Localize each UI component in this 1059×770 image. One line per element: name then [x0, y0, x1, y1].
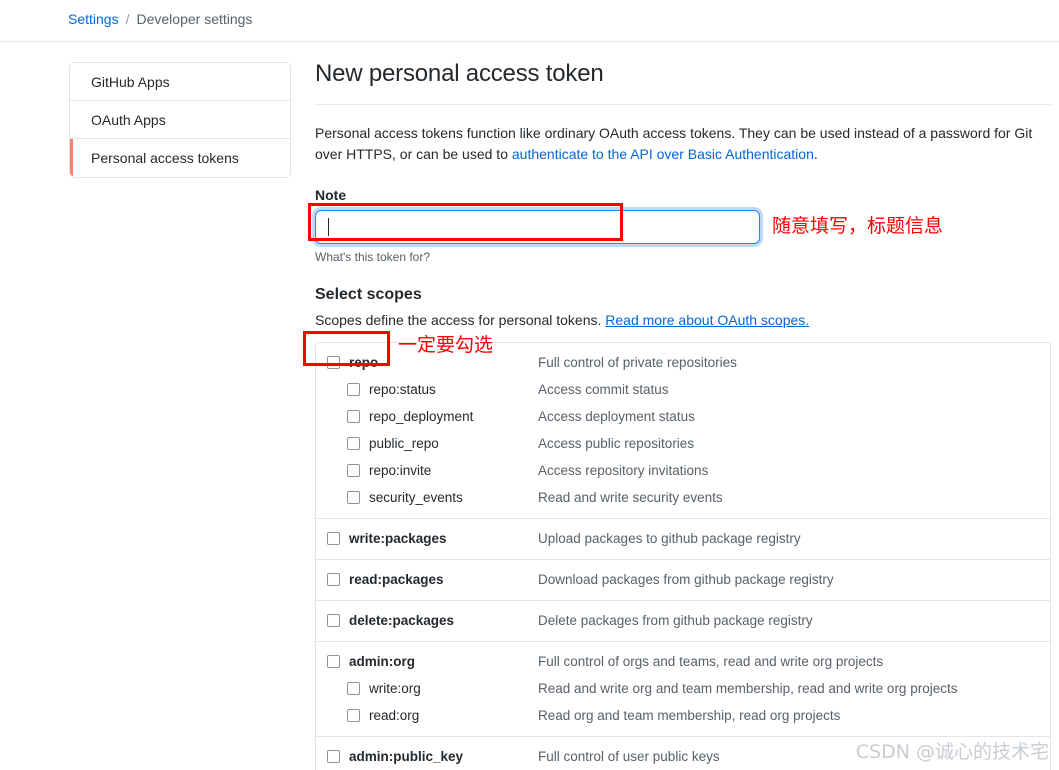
checkbox-read:packages[interactable] [327, 573, 340, 586]
scope-row[interactable]: repo:invite Access repository invitations [316, 457, 1050, 484]
header-divider [0, 41, 1059, 42]
page-root: Settings / Developer settings GitHub App… [0, 0, 1059, 770]
sidebar-item-label: GitHub Apps [91, 73, 170, 90]
scope-row[interactable]: public_repo Access public repositories [316, 430, 1050, 457]
developer-settings-sidebar: GitHub Apps OAuth Apps Personal access t… [69, 62, 291, 178]
scope-description: Read and write security events [538, 490, 723, 505]
note-field-label: Note [315, 187, 347, 203]
basic-auth-doc-link[interactable]: authenticate to the API over Basic Authe… [512, 146, 814, 162]
scope-description: Full control of private repositories [538, 355, 737, 370]
main-content: New personal access token Personal acces… [315, 58, 1051, 770]
checkbox-write:org[interactable] [347, 682, 360, 695]
scope-description: Read and write org and team membership, … [538, 681, 958, 696]
csdn-watermark: CSDN @诚心的技术宅 [855, 741, 1049, 763]
scopes-desc-text: Scopes define the access for personal to… [315, 312, 606, 328]
intro-text-after: . [813, 146, 818, 162]
scopes-panel: repo Full control of private repositories… [315, 342, 1051, 770]
page-title: New personal access token [315, 60, 604, 87]
checkbox-delete:packages[interactable] [327, 614, 340, 627]
breadcrumb-current: Developer settings [136, 11, 253, 27]
breadcrumb-separator: / [125, 11, 130, 27]
scope-description: Full control of user public keys [538, 749, 720, 764]
scope-name: public_repo [369, 436, 439, 451]
scope-group: repo Full control of private repositories… [316, 343, 1050, 519]
scope-name: security_events [369, 490, 463, 505]
scope-description: Download packages from github package re… [538, 572, 834, 587]
note-input-wrapper [315, 210, 760, 244]
scope-name: repo [349, 355, 379, 370]
checkbox-admin:public_key[interactable] [327, 750, 340, 763]
checkbox-read:org[interactable] [347, 709, 360, 722]
scope-description: Full control of orgs and teams, read and… [538, 654, 884, 669]
select-scopes-heading: Select scopes [315, 286, 422, 303]
scope-description: Delete packages from github package regi… [538, 613, 813, 628]
scope-row[interactable]: admin:org Full control of orgs and teams,… [316, 648, 1050, 675]
scope-group: admin:org Full control of orgs and teams,… [316, 642, 1050, 737]
scope-row[interactable]: write:packages Upload packages to github … [316, 525, 1050, 552]
note-helper-text: What's this token for? [315, 250, 431, 264]
scope-name: admin:public_key [349, 749, 464, 764]
text-cursor-icon [328, 218, 329, 236]
scope-name: repo:invite [369, 463, 432, 478]
scope-row[interactable]: repo Full control of private repositories [316, 349, 1050, 376]
scope-description: Access repository invitations [538, 463, 709, 478]
scope-name: read:org [369, 708, 420, 723]
scope-name: write:org [369, 681, 421, 696]
sidebar-item-github-apps[interactable]: GitHub Apps [70, 63, 290, 101]
scope-description: Upload packages to github package regist… [538, 531, 801, 546]
scope-name: delete:packages [349, 613, 455, 628]
scope-description: Access deployment status [538, 409, 695, 424]
scope-name: admin:org [349, 654, 415, 669]
breadcrumb-settings-link[interactable]: Settings [68, 11, 119, 27]
sidebar-item-label: OAuth Apps [91, 111, 166, 128]
checkbox-repo:status[interactable] [347, 383, 360, 396]
oauth-scopes-doc-link[interactable]: Read more about OAuth scopes. [605, 312, 809, 328]
scope-row[interactable]: repo_deployment Access deployment status [316, 403, 1050, 430]
checkbox-write:packages[interactable] [327, 532, 340, 545]
scope-name: repo:status [369, 382, 436, 397]
sidebar-item-label: Personal access tokens [91, 150, 239, 166]
scope-row[interactable]: read:packages Download packages from gith… [316, 566, 1050, 593]
scope-row[interactable]: security_events Read and write security e… [316, 484, 1050, 511]
checkbox-security_events[interactable] [347, 491, 360, 504]
scope-group: write:packages Upload packages to github … [316, 519, 1050, 560]
scope-description: Access public repositories [538, 436, 695, 451]
scope-row[interactable]: read:org Read org and team membership, re… [316, 702, 1050, 729]
scope-row[interactable]: repo:status Access commit status [316, 376, 1050, 403]
scope-group: read:packages Download packages from gith… [316, 560, 1050, 601]
checkbox-repo[interactable] [327, 356, 340, 369]
sidebar-item-oauth-apps[interactable]: OAuth Apps [70, 101, 290, 139]
checkbox-admin:org[interactable] [327, 655, 340, 668]
scope-group: delete:packages Delete packages from gith… [316, 601, 1050, 642]
scopes-description: Scopes define the access for personal to… [315, 312, 1051, 328]
scope-name: repo_deployment [369, 409, 474, 424]
scope-name: read:packages [349, 572, 444, 587]
scope-name: write:packages [349, 531, 447, 546]
scope-description: Access commit status [538, 382, 669, 397]
checkbox-repo:invite[interactable] [347, 464, 360, 477]
intro-paragraph: Personal access tokens function like ord… [315, 123, 1051, 165]
checkbox-repo_deployment[interactable] [347, 410, 360, 423]
scope-row[interactable]: write:org Read and write org and team mem… [316, 675, 1050, 702]
sidebar-item-personal-access-tokens[interactable]: Personal access tokens [70, 139, 290, 177]
note-input[interactable] [315, 210, 760, 244]
scope-row[interactable]: delete:packages Delete packages from gith… [316, 607, 1050, 634]
title-divider [315, 104, 1051, 105]
checkbox-public_repo[interactable] [347, 437, 360, 450]
breadcrumb: Settings / Developer settings [0, 0, 1059, 38]
scope-description: Read org and team membership, read org p… [538, 708, 841, 723]
